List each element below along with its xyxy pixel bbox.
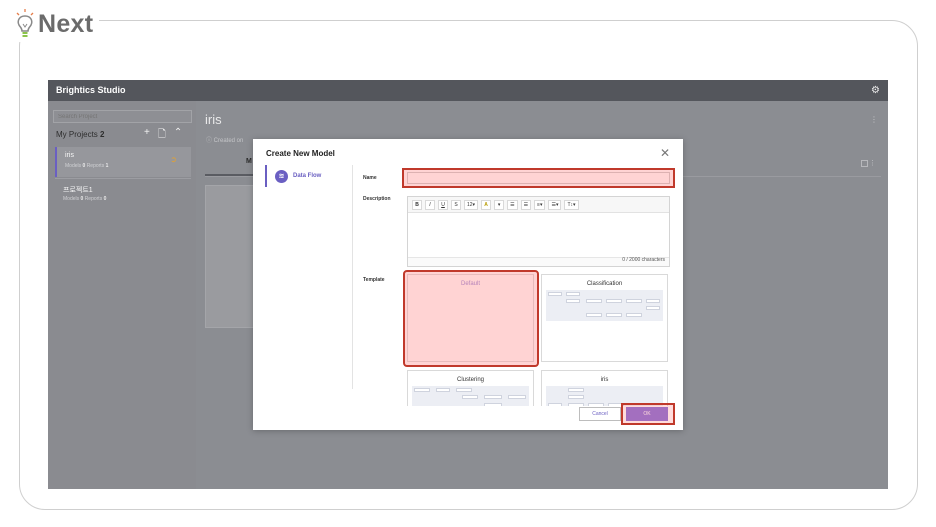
name-highlight: [402, 168, 675, 188]
template-iris[interactable]: iris: [541, 370, 668, 406]
sidebar-divider: [55, 178, 191, 179]
cancel-button[interactable]: Cancel: [579, 407, 621, 421]
template-clustering[interactable]: Clustering: [407, 370, 534, 406]
template-title: Classification: [586, 281, 623, 287]
nav-item-data-flow[interactable]: ≋ Data Flow: [265, 165, 353, 187]
description-editor[interactable]: B I U S 12▾ A ▾ ☰ ☰ ≡▾ ☰▾ T↕▾ 0 / 2000 c…: [407, 196, 670, 267]
import-file-icon[interactable]: 🗋: [158, 127, 166, 144]
bullet-list-button[interactable]: ☰: [507, 199, 518, 210]
editor-toolbar: B I U S 12▾ A ▾ ☰ ☰ ≡▾ ☰▾ T↕▾: [408, 197, 669, 213]
project-name: 프로젝트1: [63, 187, 93, 194]
italic-button[interactable]: I: [425, 199, 435, 210]
close-icon[interactable]: ✕: [660, 147, 670, 159]
numbered-list-button[interactable]: ☰: [520, 199, 532, 210]
highlight-color-button[interactable]: A: [481, 199, 492, 210]
default-template-highlight: [403, 270, 539, 367]
model-card[interactable]: [205, 185, 255, 328]
project-arrow-icon[interactable]: ➲: [170, 155, 177, 164]
char-count: 0 / 2000 characters: [622, 257, 665, 263]
select-all-checkbox[interactable]: [861, 160, 868, 167]
highlight-dropdown[interactable]: ▾: [494, 199, 505, 210]
tab-models[interactable]: M: [246, 158, 252, 165]
underline-button[interactable]: U: [438, 199, 448, 210]
template-classification[interactable]: Classification: [541, 274, 668, 362]
sidebar-project-iris[interactable]: iris Models 0 Reports 1 ➲: [55, 147, 191, 177]
project-info: ⓘ Created on: [206, 138, 244, 144]
template-thumbnail: [546, 290, 663, 321]
lightbulb-icon: [16, 9, 34, 37]
template-title: Clustering: [456, 377, 484, 383]
page-title: iris: [205, 112, 222, 127]
sidebar-actions: + 🗋 ⌃: [144, 127, 182, 144]
description-label: Description: [363, 196, 391, 202]
my-projects-header: My Projects 2: [56, 130, 104, 139]
create-model-dialog: Create New Model ✕ ≋ Data Flow Name Desc…: [253, 139, 683, 430]
data-flow-icon: ≋: [275, 169, 288, 183]
gear-icon[interactable]: ⚙: [871, 85, 880, 96]
project-meta: Models 0 Reports 1: [65, 163, 109, 169]
align-dropdown[interactable]: ≡▾: [534, 199, 546, 210]
brand-logo: Next: [14, 6, 100, 42]
sidebar: My Projects 2 + 🗋 ⌃ iris Models 0 Report…: [48, 101, 196, 489]
model-type-nav: ≋ Data Flow: [265, 165, 353, 389]
strike-button[interactable]: S: [451, 199, 461, 210]
template-title: iris: [600, 377, 609, 383]
table-dropdown[interactable]: ☰▾: [548, 199, 562, 210]
tab-more-icon[interactable]: ⋮: [869, 159, 876, 167]
add-project-icon[interactable]: +: [144, 127, 150, 144]
template-label: Template: [363, 277, 385, 283]
dialog-title: Create New Model: [266, 149, 335, 158]
collapse-chevron-icon[interactable]: ⌃: [174, 127, 182, 144]
my-projects-count: 2: [100, 130, 105, 139]
more-options-icon[interactable]: ⋮: [870, 115, 878, 124]
nav-item-label: Data Flow: [293, 173, 322, 179]
bold-button[interactable]: B: [412, 199, 422, 210]
project-meta: Models 0 Reports 0: [63, 196, 107, 202]
brand-text: Next: [38, 9, 94, 38]
sidebar-project-2[interactable]: 프로젝트1 Models 0 Reports 0: [55, 180, 191, 210]
line-height-dropdown[interactable]: T↕▾: [564, 199, 579, 210]
ok-highlight: [621, 403, 675, 425]
app-header: Brightics Studio ⚙: [48, 80, 888, 101]
search-project-input[interactable]: [53, 110, 192, 123]
my-projects-label: My Projects: [56, 130, 98, 139]
name-label: Name: [363, 175, 377, 181]
font-size-select[interactable]: 12▾: [464, 199, 479, 210]
app-title: Brightics Studio: [56, 85, 126, 95]
template-thumbnail: [412, 386, 529, 406]
project-name: iris: [65, 152, 74, 159]
